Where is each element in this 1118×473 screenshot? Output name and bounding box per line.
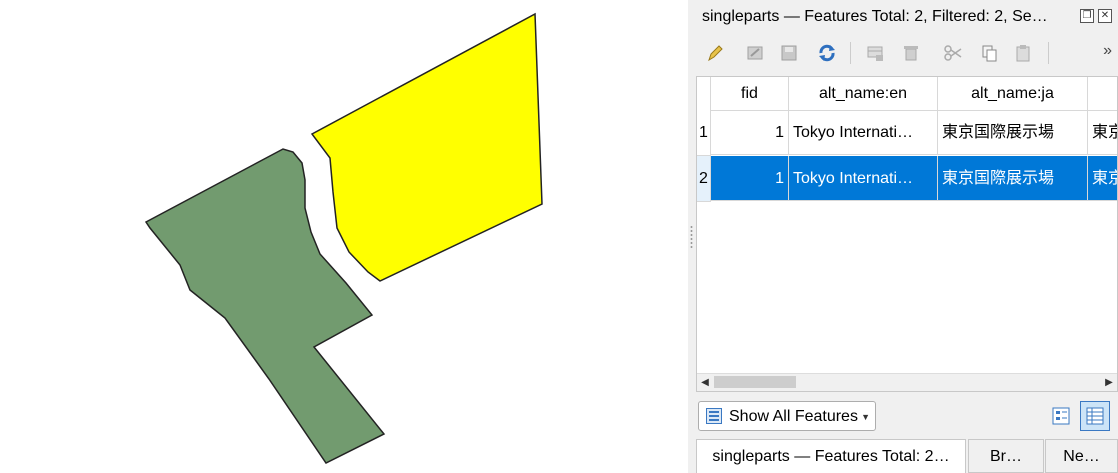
- panel-titlebar[interactable]: singleparts — Features Total: 2, Filtere…: [696, 0, 1118, 34]
- close-icon[interactable]: ✕: [1098, 9, 1112, 23]
- cell-alt-name-en[interactable]: Tokyo Internati…: [789, 156, 938, 201]
- map-canvas[interactable]: [0, 0, 688, 473]
- toggle-editing-icon[interactable]: [702, 40, 728, 66]
- panel-title: singleparts — Features Total: 2, Filtere…: [702, 8, 1048, 25]
- horizontal-scrollbar[interactable]: ◀ ▶: [697, 373, 1117, 391]
- row-number[interactable]: 2: [697, 156, 711, 202]
- show-all-features-label: Show All Features: [729, 408, 858, 425]
- cell-fid[interactable]: 1: [711, 110, 789, 155]
- map-svg[interactable]: [0, 0, 688, 473]
- show-all-features-button[interactable]: Show All Features ▼: [698, 401, 876, 431]
- table-row-selected[interactable]: 2 1 Tokyo Internati… 東京国際展示場 東京: [697, 156, 1117, 202]
- copy-icon[interactable]: [976, 40, 1002, 66]
- attribute-table[interactable]: fid alt_name:en alt_name:ja 1 1 Tokyo In…: [696, 76, 1118, 392]
- table-icon: [706, 408, 722, 424]
- scroll-left-icon[interactable]: ◀: [697, 374, 713, 391]
- attribute-toolbar: »: [696, 34, 1118, 74]
- delete-feature-icon[interactable]: [898, 40, 924, 66]
- yellow-parcel[interactable]: [310, 12, 543, 282]
- chevron-down-icon: ▼: [861, 412, 870, 422]
- attribute-table-panel: singleparts — Features Total: 2, Filtere…: [696, 0, 1118, 473]
- table-header: fid alt_name:en alt_name:ja: [697, 77, 1117, 111]
- column-header-alt-name-ja[interactable]: alt_name:ja: [938, 77, 1088, 110]
- cell-fid[interactable]: 1: [711, 156, 789, 201]
- form-view-icon: [1052, 407, 1070, 425]
- tab-browser[interactable]: Br…: [968, 439, 1044, 473]
- panel-splitter[interactable]: [688, 0, 696, 473]
- tab-ne[interactable]: Ne…: [1045, 439, 1118, 473]
- float-icon[interactable]: ❐: [1080, 9, 1094, 23]
- corner-cell[interactable]: [697, 77, 711, 110]
- cut-icon[interactable]: [940, 40, 966, 66]
- toolbar-overflow-button[interactable]: »: [1103, 42, 1112, 60]
- tab-attribute-table[interactable]: singleparts — Features Total: 2…: [696, 439, 966, 473]
- reload-icon[interactable]: [814, 40, 840, 66]
- column-header-alt-name-en[interactable]: alt_name:en: [789, 77, 938, 110]
- cell-extra[interactable]: 東京: [1088, 110, 1117, 155]
- cell-alt-name-en[interactable]: Tokyo Internati…: [789, 110, 938, 155]
- table-row[interactable]: 1 1 Tokyo Internati… 東京国際展示場 東京: [697, 110, 1117, 156]
- cell-extra[interactable]: 東京: [1088, 156, 1117, 201]
- table-view-button[interactable]: [1080, 401, 1110, 431]
- scroll-thumb[interactable]: [714, 376, 796, 388]
- table-view-icon: [1086, 407, 1104, 425]
- column-header-fid[interactable]: fid: [711, 77, 789, 110]
- table-bottom-bar: Show All Features ▼: [696, 396, 1118, 436]
- save-edits-icon[interactable]: [776, 40, 802, 66]
- paste-icon[interactable]: [1010, 40, 1036, 66]
- cell-alt-name-ja[interactable]: 東京国際展示場: [938, 156, 1088, 201]
- multi-edit-icon[interactable]: [742, 40, 768, 66]
- form-view-button[interactable]: [1046, 401, 1076, 431]
- dock-tabs: singleparts — Features Total: 2… Br… Ne…: [696, 439, 1118, 473]
- scroll-right-icon[interactable]: ▶: [1101, 374, 1117, 391]
- column-header-more[interactable]: [1088, 77, 1117, 110]
- cell-alt-name-ja[interactable]: 東京国際展示場: [938, 110, 1088, 155]
- add-feature-icon[interactable]: [862, 40, 888, 66]
- row-number[interactable]: 1: [697, 110, 711, 156]
